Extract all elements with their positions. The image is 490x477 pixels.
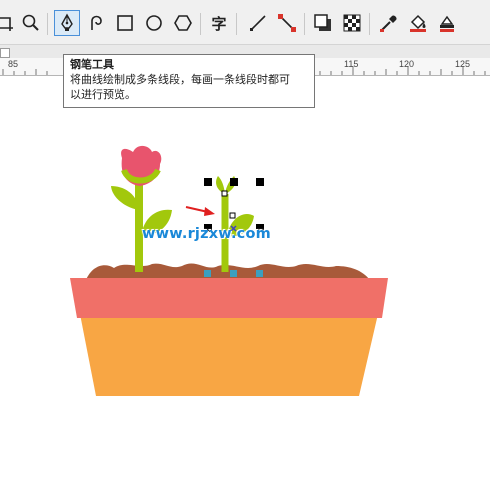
rectangle-icon [115, 13, 135, 33]
toolbar-separator [304, 13, 305, 35]
flower-pot-illustration [70, 145, 388, 396]
connector-icon [277, 13, 297, 33]
eyedropper-tool-button[interactable] [376, 10, 402, 36]
text-char-icon: 字 [211, 14, 227, 33]
transparency-tool-button[interactable] [339, 10, 365, 36]
toolbar-separator [200, 13, 201, 35]
page-icon [0, 48, 10, 58]
hexagon-icon [173, 13, 193, 33]
polygon-tool-button[interactable] [170, 10, 196, 36]
toolbar-separator [236, 13, 237, 35]
drop-shadow-tool-button[interactable] [310, 10, 336, 36]
pot-body [80, 314, 378, 396]
red-arrow [185, 206, 215, 216]
leaf-left [111, 186, 139, 210]
eyedropper-icon [379, 13, 399, 33]
ellipse-icon [144, 13, 164, 33]
connector-tool-button[interactable] [274, 10, 300, 36]
tooltip-title: 钢笔工具 [70, 59, 114, 71]
crop-tool-button[interactable] [0, 10, 18, 36]
ruler-label: 115 [344, 59, 359, 69]
paint-bucket-icon [408, 13, 428, 33]
bspline-tool-button[interactable] [84, 10, 110, 36]
shadow-square-icon [313, 13, 333, 33]
pen-tool-button[interactable] [54, 10, 80, 36]
spiral-curve-icon [87, 13, 107, 33]
ruler-label: 125 [455, 59, 471, 69]
parallel-dimension-tool-button[interactable] [245, 10, 271, 36]
diagonal-line-icon [248, 13, 268, 33]
text-tool-button[interactable]: 字 [206, 10, 232, 36]
interactive-fill-tool-button[interactable] [405, 10, 431, 36]
ruler-label: 85 [8, 59, 19, 69]
watermark: www.rjzxw.com [142, 226, 271, 242]
zoom-tool-button[interactable] [18, 10, 44, 36]
drawing-canvas[interactable] [0, 76, 490, 472]
pen-nib-icon [57, 13, 77, 33]
magnifier-icon [21, 13, 41, 33]
checkerboard-icon [342, 13, 362, 33]
pot-rim [70, 278, 388, 318]
toolbar-separator [369, 13, 370, 35]
fill-eraser-icon [437, 13, 457, 33]
toolbar: 字 [0, 0, 490, 44]
crop-icon [0, 13, 15, 33]
toolbar-separator [47, 13, 48, 35]
smart-fill-tool-button[interactable] [434, 10, 460, 36]
ellipse-tool-button[interactable] [141, 10, 167, 36]
rectangle-tool-button[interactable] [112, 10, 138, 36]
ruler-label: 120 [399, 59, 415, 69]
